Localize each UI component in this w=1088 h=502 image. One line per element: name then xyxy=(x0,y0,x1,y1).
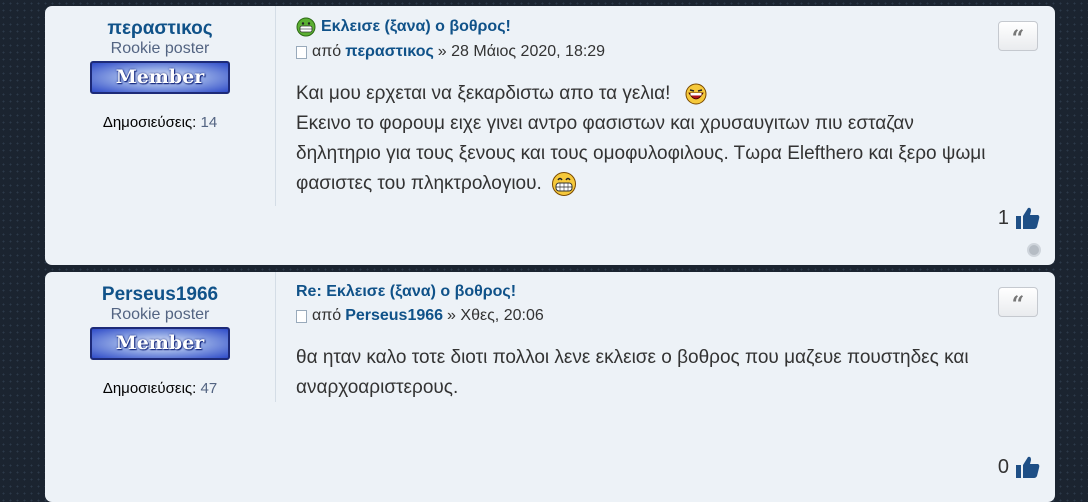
post-date: » Χθες, 20:06 xyxy=(447,307,544,324)
content-line: δηλητηριο για τους ξενους και τους ομοφυ… xyxy=(296,143,986,164)
post-title-link[interactable]: Re: Εκλεισε (ξανα) ο βοθρος! xyxy=(296,283,516,301)
quote-button[interactable]: “ xyxy=(998,21,1038,52)
post-profile: Perseus1966 Rookie poster Member Δημοσιε… xyxy=(45,272,276,402)
like-counter[interactable]: 1 xyxy=(998,206,1041,230)
thumbs-up-icon[interactable] xyxy=(1015,455,1041,479)
content-line: Εκεινο το φορουμ ειχε γινει αντρο φασιστ… xyxy=(296,113,914,134)
rank-badge: Member xyxy=(90,61,230,94)
posts-count-label: Δημοσιεύσεις: xyxy=(102,114,197,131)
content-text: φασιστες του πληκτρολογιου. xyxy=(296,173,542,194)
thumbs-up-icon[interactable] xyxy=(1015,206,1041,230)
post: Perseus1966 Rookie poster Member Δημοσιε… xyxy=(45,272,1055,502)
content-line: αναρχοαριστερους. xyxy=(296,377,459,398)
user-rank: Rookie poster xyxy=(110,306,210,323)
laughing-smiley-icon xyxy=(685,83,707,105)
post-byline: από περαστικος » 28 Μάιος 2020, 18:29 xyxy=(296,43,1035,61)
posts-count-value[interactable]: 14 xyxy=(201,114,218,131)
author-link[interactable]: περαστικος xyxy=(345,43,434,61)
author-link[interactable]: Perseus1966 xyxy=(345,307,443,325)
grin-smiley-icon xyxy=(296,17,316,37)
post-title: Re: Εκλεισε (ξανα) ο βοθρος! xyxy=(296,283,1035,301)
post-title-link[interactable]: Εκλεισε (ξανα) ο βοθρος! xyxy=(321,18,511,36)
posts-count-stat: Δημοσιεύσεις: 14 xyxy=(45,114,275,131)
user-rank: Rookie poster xyxy=(110,40,210,57)
content-line: Και μου ερχεται να ξεκαρδιστω απο τα γελ… xyxy=(296,79,1035,109)
quote-icon: “ xyxy=(1011,26,1025,52)
username-link[interactable]: περαστικος xyxy=(45,18,275,40)
post-date: » 28 Μάιος 2020, 18:29 xyxy=(437,43,606,60)
post-content: Και μου ερχεται να ξεκαρδιστω απο τα γελ… xyxy=(296,79,1035,199)
posts-count-stat: Δημοσιεύσεις: 47 xyxy=(45,380,275,397)
online-status-icon xyxy=(1027,243,1041,257)
like-count: 0 xyxy=(997,455,1009,478)
post-body: Εκλεισε (ξανα) ο βοθρος! από περαστικος … xyxy=(296,6,1035,199)
username-link[interactable]: Perseus1966 xyxy=(45,284,275,306)
like-counter[interactable]: 0 xyxy=(998,455,1041,479)
post-content: θα ηταν καλο τοτε διοτι πολλοι λενε εκλε… xyxy=(296,343,1035,403)
post: περαστικος Rookie poster Member Δημοσιεύ… xyxy=(45,6,1055,265)
posts-count-value[interactable]: 47 xyxy=(201,380,218,397)
content-text: Και μου ερχεται να ξεκαρδιστω απο τα γελ… xyxy=(296,83,671,104)
posts-count-label: Δημοσιεύσεις: xyxy=(102,380,197,397)
post-byline: από Perseus1966 » Χθες, 20:06 xyxy=(296,307,1035,325)
quote-icon: “ xyxy=(1011,292,1025,318)
post-document-icon[interactable] xyxy=(296,45,307,59)
grin-smiley-icon xyxy=(552,171,577,196)
by-prefix: από xyxy=(312,43,342,60)
content-line: θα ηταν καλο τοτε διοτι πολλοι λενε εκλε… xyxy=(296,347,969,368)
content-line: φασιστες του πληκτρολογιου. xyxy=(296,169,1035,199)
quote-button[interactable]: “ xyxy=(998,287,1038,318)
post-title: Εκλεισε (ξανα) ο βοθρος! xyxy=(296,17,1035,37)
post-document-icon[interactable] xyxy=(296,309,307,323)
by-prefix: από xyxy=(312,307,342,324)
post-profile: περαστικος Rookie poster Member Δημοσιεύ… xyxy=(45,6,276,206)
rank-badge: Member xyxy=(90,327,230,360)
like-count: 1 xyxy=(997,206,1009,229)
post-body: Re: Εκλεισε (ξανα) ο βοθρος! από Perseus… xyxy=(296,272,1035,403)
